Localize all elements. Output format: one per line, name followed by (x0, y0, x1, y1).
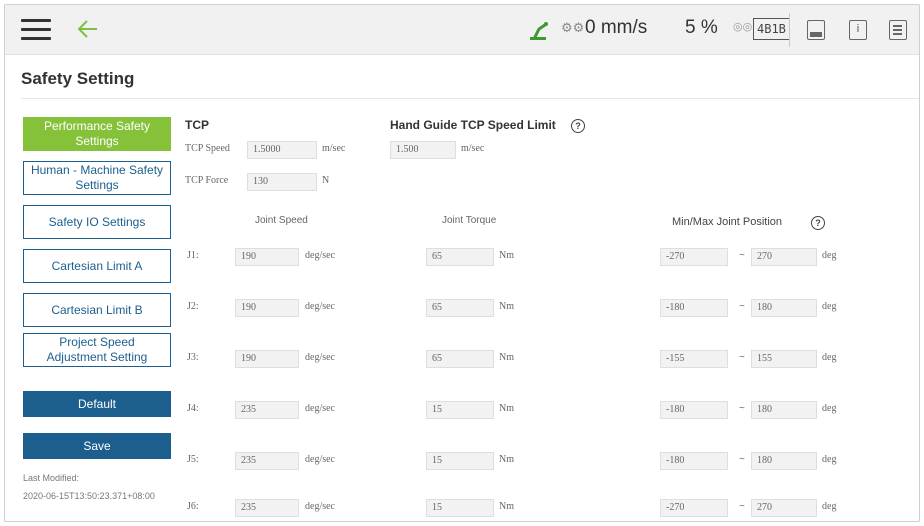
joint-torque-field[interactable]: 15 (426, 452, 494, 470)
joint-max-field[interactable]: 180 (751, 299, 817, 317)
joint-speed-field[interactable]: 235 (235, 452, 299, 470)
joint-torque-unit: Nm (499, 403, 514, 414)
joint-label: J1: (187, 250, 199, 261)
menu-safety-io-settings[interactable]: Safety IO Settings (23, 205, 171, 239)
joint-speed-unit: deg/sec (305, 352, 335, 363)
last-modified-value: 2020-06-15T13:50:23.371+08:00 (23, 491, 155, 501)
robot-arm-icon (530, 22, 548, 40)
default-button[interactable]: Default (23, 391, 171, 417)
range-separator: ~ (739, 250, 745, 261)
range-separator: ~ (739, 403, 745, 414)
joint-label: J5: (187, 454, 199, 465)
joint-min-field[interactable]: -180 (660, 299, 728, 317)
tcp-force-field[interactable]: 130 (247, 173, 317, 191)
joint-label: J6: (187, 501, 199, 512)
joint-position-unit: deg (822, 250, 837, 261)
joint-min-field[interactable]: -270 (660, 499, 728, 517)
joint-max-field[interactable]: 180 (751, 401, 817, 419)
joint-min-field[interactable]: -155 (660, 350, 728, 368)
tcp-speed-label: TCP Speed (185, 143, 230, 154)
tcp-speed-readout: 0 mm/s (585, 17, 648, 38)
back-arrow-icon[interactable] (75, 15, 101, 43)
joint-speed-field[interactable]: 190 (235, 299, 299, 317)
joint-speed-field[interactable]: 190 (235, 248, 299, 266)
top-bar: ⚙⚙ 0 mm/s 5 % ◎◎ 4B1B i (5, 5, 919, 55)
joint-label: J3: (187, 352, 199, 363)
joint-max-field[interactable]: 270 (751, 499, 817, 517)
joint-position-unit: deg (822, 301, 837, 312)
joint-torque-field[interactable]: 15 (426, 499, 494, 517)
joint-torque-unit: Nm (499, 454, 514, 465)
speed-percent-readout[interactable]: 5 % (685, 17, 718, 39)
joint-max-field[interactable]: 270 (751, 248, 817, 266)
help-icon[interactable]: ? (811, 216, 825, 230)
joint-speed-unit: deg/sec (305, 501, 335, 512)
divider (21, 98, 919, 99)
help-icon[interactable]: ? (571, 119, 585, 133)
controller-badge: 4B1B (753, 18, 790, 40)
document-icon[interactable] (889, 20, 907, 40)
speed-icon: ⚙⚙ (561, 20, 585, 35)
joint-speed-unit: deg/sec (305, 403, 335, 414)
joint-position-unit: deg (822, 454, 837, 465)
joint-torque-field[interactable]: 65 (426, 350, 494, 368)
range-separator: ~ (739, 352, 745, 363)
tcp-title: TCP (185, 118, 209, 132)
joint-speed-field[interactable]: 235 (235, 499, 299, 517)
joint-speed-field[interactable]: 235 (235, 401, 299, 419)
joint-torque-unit: Nm (499, 301, 514, 312)
hand-guide-speed-field[interactable]: 1.500 (390, 141, 456, 159)
joint-position-unit: deg (822, 352, 837, 363)
joint-torque-field[interactable]: 15 (426, 401, 494, 419)
divider (789, 13, 790, 47)
speed-mode-icon: ◎◎ (733, 21, 753, 33)
app-window: ⚙⚙ 0 mm/s 5 % ◎◎ 4B1B i Safety Setting P… (4, 4, 920, 522)
tcp-speed-field[interactable]: 1.5000 (247, 141, 317, 159)
joint-label: J4: (187, 403, 199, 414)
hand-guide-title: Hand Guide TCP Speed Limit (390, 118, 556, 132)
joint-torque-unit: Nm (499, 352, 514, 363)
display-icon[interactable] (807, 20, 825, 40)
tcp-force-label: TCP Force (185, 175, 229, 186)
menu-project-speed-adjustment-setting[interactable]: Project Speed Adjustment Setting (23, 333, 171, 367)
joint-torque-field[interactable]: 65 (426, 299, 494, 317)
joint-torque-unit: Nm (499, 250, 514, 261)
menu-icon[interactable] (21, 19, 51, 41)
hand-guide-speed-unit: m/sec (461, 143, 485, 154)
tcp-speed-unit: m/sec (322, 143, 346, 154)
joint-max-field[interactable]: 180 (751, 452, 817, 470)
page-title: Safety Setting (21, 69, 135, 88)
joint-position-header: Min/Max Joint Position (672, 216, 783, 228)
joint-position-unit: deg (822, 403, 837, 414)
menu-performance-safety-settings[interactable]: Performance Safety Settings (23, 117, 171, 151)
joint-torque-unit: Nm (499, 501, 514, 512)
joint-speed-unit: deg/sec (305, 301, 335, 312)
joint-max-field[interactable]: 155 (751, 350, 817, 368)
tcp-force-unit: N (322, 175, 330, 186)
menu-cartesian-limit-b[interactable]: Cartesian Limit B (23, 293, 171, 327)
range-separator: ~ (739, 501, 745, 512)
last-modified-label: Last Modified: (23, 473, 80, 483)
joint-label: J2: (187, 301, 199, 312)
joint-position-unit: deg (822, 501, 837, 512)
joint-min-field[interactable]: -180 (660, 452, 728, 470)
joint-speed-unit: deg/sec (305, 454, 335, 465)
joint-speed-header: Joint Speed (255, 215, 308, 226)
joint-speed-unit: deg/sec (305, 250, 335, 261)
joint-torque-header: Joint Torque (442, 215, 497, 226)
range-separator: ~ (739, 454, 745, 465)
menu-human-machine-safety-settings[interactable]: Human - Machine Safety Settings (23, 161, 171, 195)
info-icon[interactable]: i (849, 20, 867, 40)
joint-speed-field[interactable]: 190 (235, 350, 299, 368)
menu-cartesian-limit-a[interactable]: Cartesian Limit A (23, 249, 171, 283)
joint-torque-field[interactable]: 65 (426, 248, 494, 266)
save-button[interactable]: Save (23, 433, 171, 459)
range-separator: ~ (739, 301, 745, 312)
joint-min-field[interactable]: -180 (660, 401, 728, 419)
joint-min-field[interactable]: -270 (660, 248, 728, 266)
